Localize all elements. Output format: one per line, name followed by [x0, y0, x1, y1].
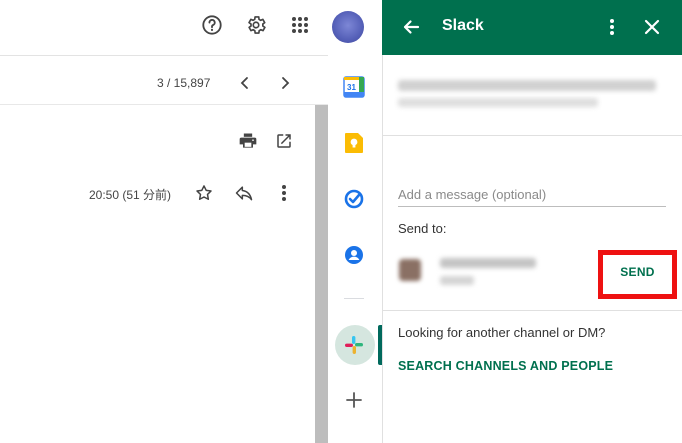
chevron-left-icon[interactable] [234, 72, 256, 94]
slack-panel-header [382, 0, 682, 55]
pager: 3 / 15,897 [140, 66, 328, 100]
pager-count: 3 / 15,897 [157, 76, 211, 90]
scrollbar[interactable] [315, 105, 328, 443]
send-to-label: Send to: [398, 221, 447, 236]
send-button[interactable]: SEND [603, 255, 672, 289]
print-icon[interactable] [236, 129, 260, 153]
svg-text:31: 31 [347, 83, 356, 92]
message-view [0, 105, 315, 443]
rail-divider [344, 298, 364, 299]
keep-icon[interactable] [340, 129, 368, 157]
reply-icon[interactable] [232, 181, 256, 205]
contacts-icon[interactable] [340, 241, 368, 269]
top-bar [0, 0, 382, 55]
message-timestamp: 20:50 (51 分前) [89, 188, 172, 202]
recipient-workspace-blurred [440, 276, 474, 285]
panel-divider [382, 135, 682, 136]
slack-icon[interactable] [340, 331, 368, 359]
more-vert-icon[interactable] [272, 181, 296, 205]
message-subject-blurred [398, 80, 656, 91]
gear-icon[interactable] [242, 11, 270, 39]
message-input[interactable] [398, 182, 666, 207]
search-channels-link[interactable]: SEARCH CHANNELS AND PEOPLE [398, 359, 613, 373]
more-vert-icon[interactable] [599, 14, 625, 40]
gmail-window: 3 / 15,897 20:50 (51 分前) 31 Slack Add a … [0, 0, 682, 443]
looking-text: Looking for another channel or DM? [398, 325, 606, 340]
plus-icon[interactable] [340, 386, 368, 414]
message-sender-blurred [398, 98, 598, 107]
calendar-icon[interactable]: 31 [340, 73, 368, 101]
recipient-name-blurred [440, 258, 536, 268]
open-in-new-icon[interactable] [272, 129, 296, 153]
chevron-right-icon[interactable] [274, 72, 296, 94]
slack-panel-title: Slack [442, 17, 484, 34]
arrow-back-icon[interactable] [398, 14, 424, 40]
account-avatar[interactable] [332, 11, 364, 43]
top-divider [0, 55, 328, 56]
close-icon[interactable] [639, 14, 665, 40]
tasks-icon[interactable] [340, 185, 368, 213]
help-icon[interactable] [198, 11, 226, 39]
recipient-avatar [399, 259, 421, 281]
panel-divider [382, 310, 682, 311]
apps-grid-icon[interactable] [286, 11, 314, 39]
star-icon[interactable] [192, 181, 216, 205]
